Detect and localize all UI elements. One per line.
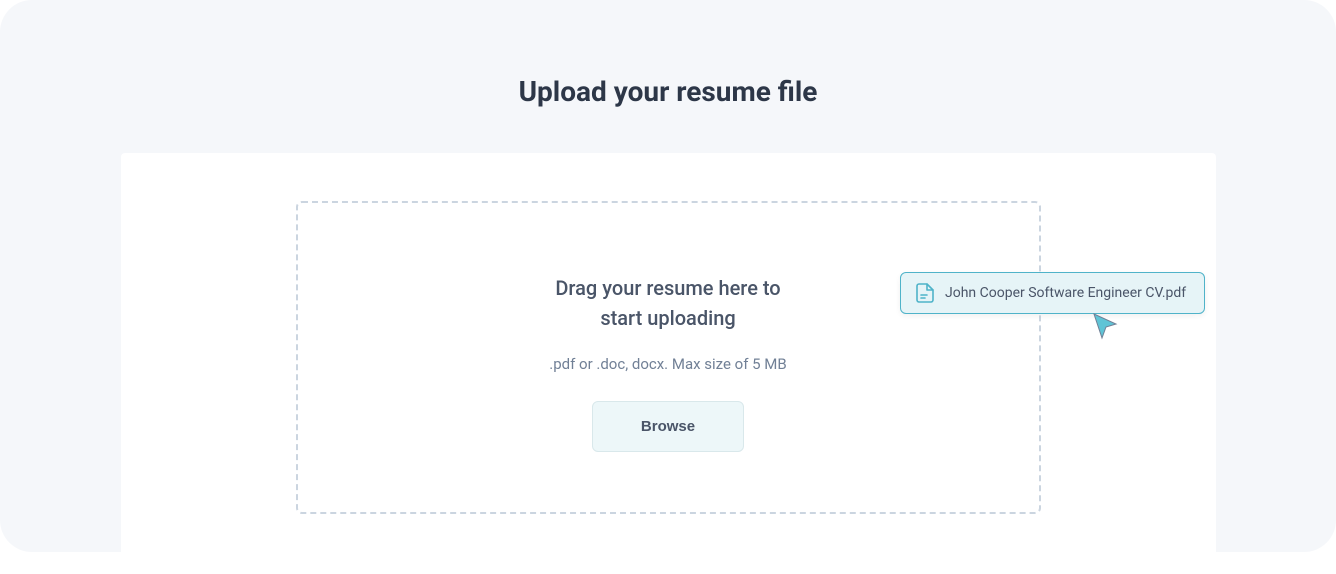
dropzone-instruction-line1: Drag your resume here to [555,276,780,300]
cursor-pointer-icon [1092,312,1120,340]
dropzone-file-requirements: .pdf or .doc, docx. Max size of 5 MB [318,355,1019,373]
dragged-file-name: John Cooper Software Engineer CV.pdf [945,285,1186,301]
file-dropzone[interactable]: Drag your resume here to start uploading… [296,201,1041,514]
upload-card: Drag your resume here to start uploading… [121,153,1216,574]
dropzone-instruction-line2: start uploading [600,306,735,330]
upload-page: Upload your resume file Drag your resume… [0,0,1336,552]
file-document-icon [915,283,935,303]
dragged-file-chip[interactable]: John Cooper Software Engineer CV.pdf [900,272,1205,314]
browse-button[interactable]: Browse [592,401,744,452]
page-title: Upload your resume file [0,75,1336,108]
